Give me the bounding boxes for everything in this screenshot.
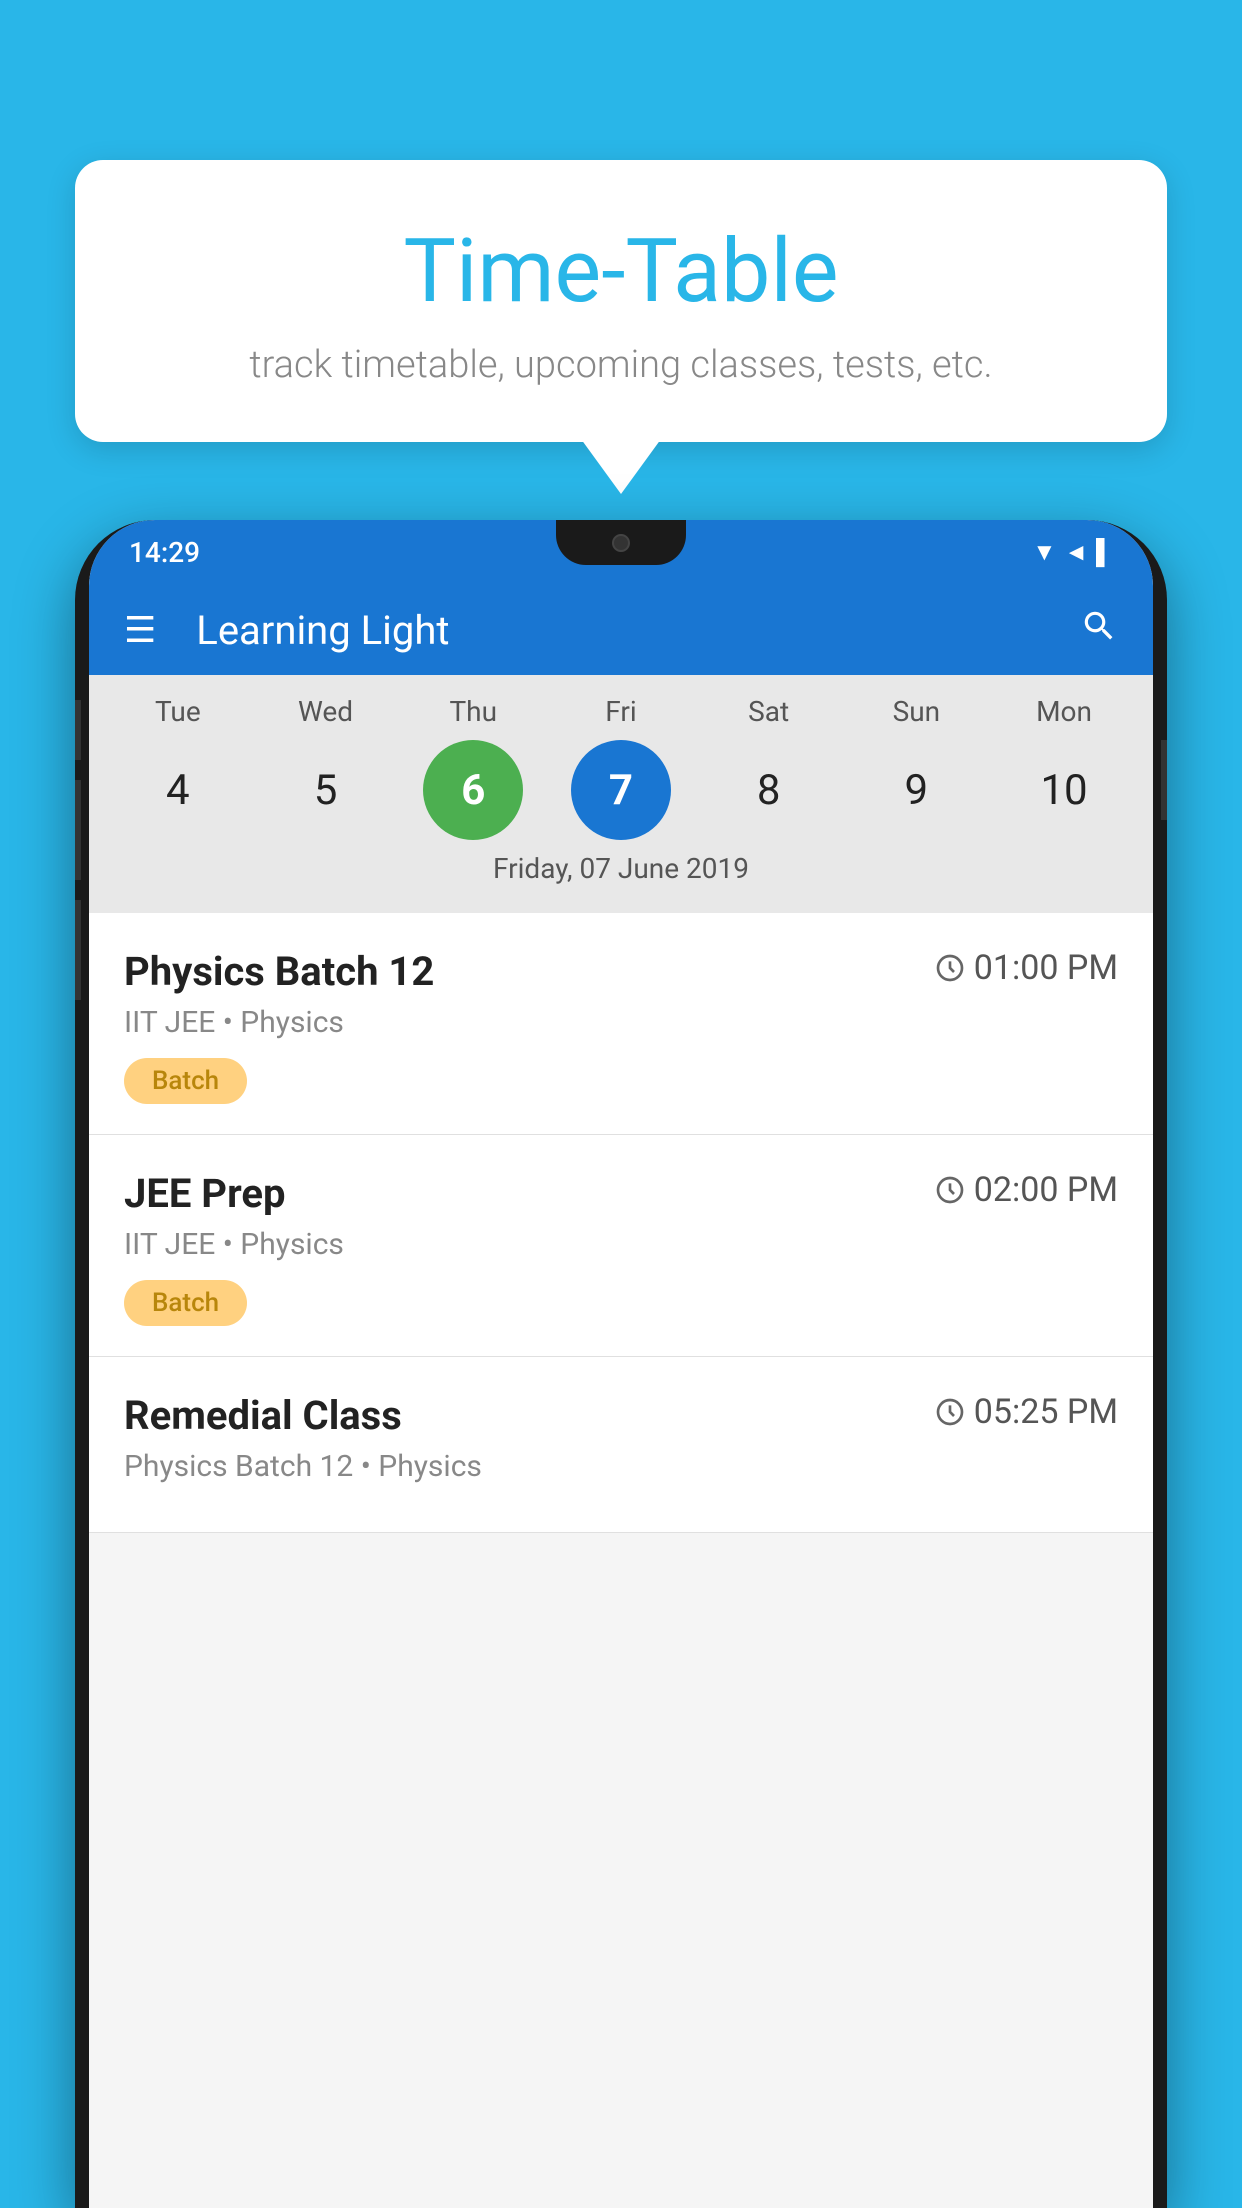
bubble-subtitle: track timetable, upcoming classes, tests… (125, 343, 1117, 387)
schedule-item-header: JEE Prep 02:00 PM (124, 1170, 1118, 1217)
schedule-item-title: Physics Batch 12 (124, 948, 434, 995)
status-icons: ▼ ◄ ▌ (1032, 538, 1113, 567)
selected-date-label: Friday, 07 June 2019 (89, 840, 1153, 903)
calendar-strip: Tue Wed Thu Fri Sat Sun Mon 456789 10 Friday, 0… (89, 675, 1153, 913)
schedule-item-subtitle: IIT JEE • Physics (124, 1227, 1118, 1262)
hamburger-icon[interactable]: ☰ (124, 612, 156, 648)
schedule-item[interactable]: Remedial Class 05:25 PM Physics Batch 12… (89, 1357, 1153, 1533)
schedule-item-title: JEE Prep (124, 1170, 285, 1217)
schedule-item[interactable]: JEE Prep 02:00 PM IIT JEE • Physics Batc… (89, 1135, 1153, 1357)
wifi-icon: ▼ (1032, 538, 1056, 567)
day-numbers: 456789 10 (89, 740, 1153, 840)
day-header: Thu (423, 695, 523, 728)
app-bar-title: Learning Light (196, 607, 1050, 654)
volume-down-button (75, 780, 81, 880)
schedule-item-title: Remedial Class (124, 1392, 402, 1439)
day-number[interactable]: 10 (1014, 740, 1114, 840)
front-camera (612, 534, 630, 552)
app-bar: ☰ Learning Light (89, 585, 1153, 675)
schedule-item-header: Physics Batch 12 01:00 PM (124, 948, 1118, 995)
day-number[interactable]: 9 (866, 740, 966, 840)
speech-bubble: Time-Table track timetable, upcoming cla… (75, 160, 1167, 442)
bubble-title: Time-Table (125, 220, 1117, 323)
batch-badge: Batch (124, 1280, 247, 1326)
notch (556, 520, 686, 565)
day-header: Fri (571, 695, 671, 728)
schedule-item-time: 02:00 PM (934, 1170, 1118, 1210)
schedule-list: Physics Batch 12 01:00 PM IIT JEE • Phys… (89, 913, 1153, 1533)
schedule-item[interactable]: Physics Batch 12 01:00 PM IIT JEE • Phys… (89, 913, 1153, 1135)
day-header: Sun (866, 695, 966, 728)
schedule-item-time: 05:25 PM (934, 1392, 1118, 1432)
day-number[interactable]: 6 (423, 740, 523, 840)
status-time: 14:29 (129, 536, 200, 569)
day-number[interactable]: 7 (571, 740, 671, 840)
phone-screen: 14:29 ▼ ◄ ▌ ☰ Learning Light Tue Wed Thu Fr… (89, 520, 1153, 2208)
schedule-item-subtitle: IIT JEE • Physics (124, 1005, 1118, 1040)
day-headers: Tue Wed Thu Fri Sat Sun Mon (89, 695, 1153, 728)
batch-badge: Batch (124, 1058, 247, 1104)
volume-up-button (75, 700, 81, 760)
battery-icon: ▌ (1096, 538, 1113, 567)
day-header: Tue (128, 695, 228, 728)
power-button (1161, 740, 1167, 820)
day-header: Wed (276, 695, 376, 728)
day-header: Mon (1014, 695, 1114, 728)
schedule-item-subtitle: Physics Batch 12 • Physics (124, 1449, 1118, 1484)
day-number[interactable]: 8 (719, 740, 819, 840)
silent-button (75, 900, 81, 1000)
schedule-item-header: Remedial Class 05:25 PM (124, 1392, 1118, 1439)
schedule-item-time: 01:00 PM (934, 948, 1118, 988)
phone-mockup: 14:29 ▼ ◄ ▌ ☰ Learning Light Tue Wed Thu Fr… (75, 520, 1167, 2208)
day-header: Sat (719, 695, 819, 728)
search-icon[interactable] (1080, 607, 1118, 654)
day-number[interactable]: 5 (276, 740, 376, 840)
day-number[interactable]: 4 (128, 740, 228, 840)
signal-icon: ◄ (1064, 538, 1088, 567)
